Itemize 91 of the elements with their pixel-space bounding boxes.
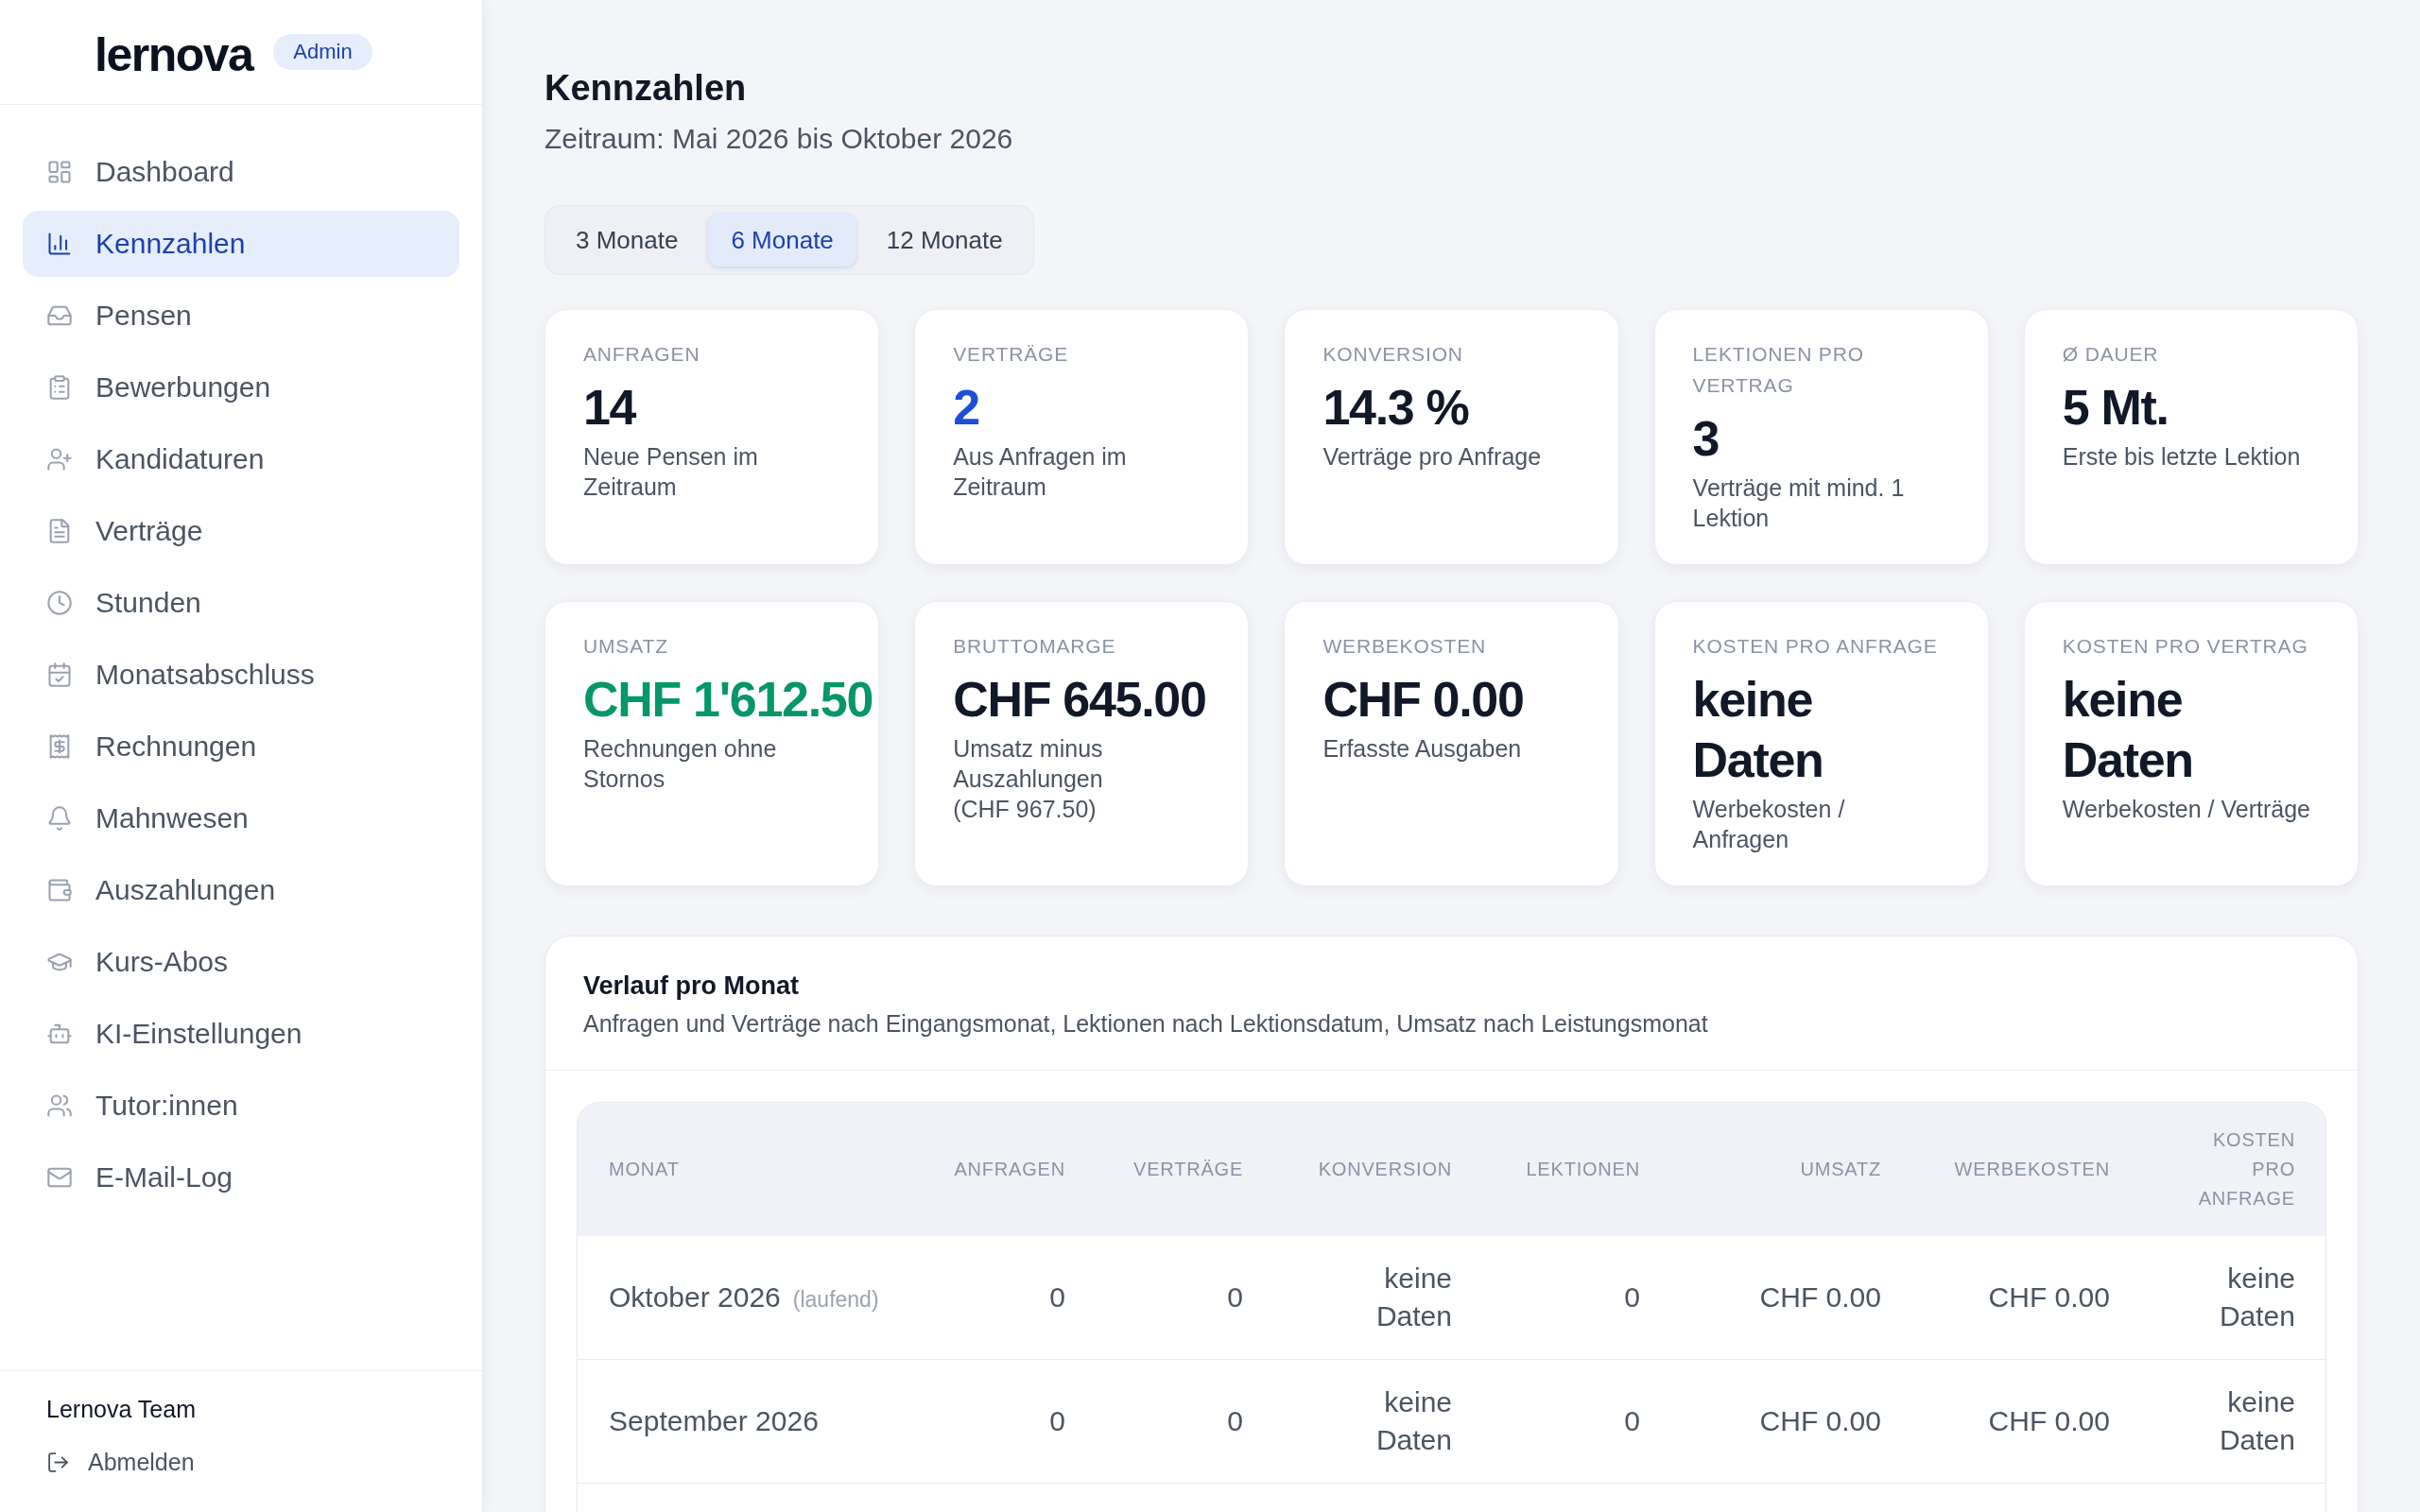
- kpi-description: Verträge pro Anfrage: [1322, 442, 1543, 472]
- nav-item[interactable]: Kurs-Abos: [23, 929, 459, 995]
- bar-chart-icon: [46, 231, 73, 257]
- page-title: Kennzahlen: [544, 67, 748, 110]
- nav-item[interactable]: Rechnungen: [23, 713, 459, 780]
- kpi-description: Verträge mit mind. 1 Lektion: [1692, 473, 1906, 533]
- clock-icon: [46, 590, 73, 616]
- bell-icon: [46, 805, 73, 832]
- kpi-description: Neue Pensen im Zeitraum: [583, 442, 759, 502]
- brand-name: lernova: [95, 28, 253, 81]
- kpi-description: Werbekosten / Verträge: [2062, 795, 2311, 824]
- month-label: September 2026: [609, 1404, 819, 1438]
- table-cell-text: keine Daten: [2218, 1385, 2296, 1457]
- nav-item[interactable]: Bewerbungen: [23, 354, 459, 421]
- user-name: Lernova Team: [46, 1395, 196, 1424]
- kpi-value: keine Daten: [1692, 671, 1824, 789]
- kpi-description: Erste bis letzte Lektion: [2062, 442, 2302, 472]
- logout-button[interactable]: Abmelden: [46, 1446, 195, 1478]
- kpi-label: KOSTEN PRO ANFRAGE: [1692, 634, 1939, 659]
- status-note: (laufend): [792, 1286, 879, 1314]
- column-header: KONVERSION: [1317, 1158, 1453, 1181]
- table-cell-text: CHF 0.00: [1987, 1404, 2111, 1438]
- kpi-value: 5 Mt.: [2062, 379, 2169, 437]
- column-header: VERTRÄGE: [1132, 1158, 1245, 1181]
- table-cell-text: keine Daten: [1374, 1262, 1453, 1333]
- nav-item[interactable]: Tutor:innen: [23, 1073, 459, 1139]
- nav-item[interactable]: Pensen: [23, 283, 459, 349]
- kpi-label: Ø DAUER: [2062, 342, 2160, 367]
- kpi-value: CHF 0.00: [1322, 671, 1524, 729]
- column-header: KOSTEN PRO ANFRAGE: [2197, 1128, 2296, 1211]
- kpi-value: 14.3 %: [1322, 379, 1469, 437]
- table-cell-text: keine Daten: [1374, 1385, 1453, 1457]
- table-cell-text: 0: [1623, 1404, 1641, 1438]
- kpi-label: KONVERSION: [1322, 342, 1464, 367]
- kpi-description: Werbekosten / Anfragen: [1692, 795, 1846, 854]
- kpi-label: KOSTEN PRO VERTRAG: [2062, 634, 2309, 659]
- kpi-value: CHF 1'612.50: [583, 671, 873, 729]
- nav-item[interactable]: E-Mail-Log: [23, 1144, 459, 1211]
- page-subtitle: Zeitraum: Mai 2026 bis Oktober 2026: [544, 122, 1014, 156]
- kpi-description: Erfasste Ausgaben: [1322, 734, 1523, 764]
- kpi-value: 2: [953, 379, 979, 437]
- kpi-description: Rechnungen ohne Stornos: [583, 734, 778, 794]
- nav-item[interactable]: Kennzahlen: [23, 211, 459, 277]
- column-header: ANFRAGEN: [953, 1158, 1066, 1181]
- logout-icon: [46, 1450, 70, 1474]
- kpi-value: 14: [583, 379, 636, 437]
- nav-item[interactable]: Stunden: [23, 570, 459, 636]
- nav-item[interactable]: Dashboard: [23, 139, 459, 205]
- nav-item[interactable]: Auszahlungen: [23, 857, 459, 923]
- calendar-check-icon: [46, 662, 73, 688]
- table-cell-text: CHF 0.00: [1987, 1280, 2111, 1314]
- nav-item[interactable]: Monatsabschluss: [23, 642, 459, 708]
- kpi-label: LEKTIONEN PRO VERTRAG: [1692, 342, 1865, 398]
- table-cell-text: 0: [1048, 1280, 1066, 1314]
- kpi-value: keine Daten: [2062, 671, 2193, 789]
- kpi-label: WERBEKOSTEN: [1322, 634, 1487, 659]
- table-cell-text: 0: [1226, 1404, 1244, 1438]
- period-tab[interactable]: 6 Monate: [708, 214, 856, 266]
- kpi-description: Aus Anfragen im Zeitraum: [953, 442, 1128, 502]
- kpi-value: CHF 645.00: [953, 671, 1206, 729]
- table-cell-text: 0: [1623, 1280, 1641, 1314]
- role-badge: Admin: [273, 34, 372, 70]
- nav-item[interactable]: Kandidaturen: [23, 426, 459, 492]
- column-header: WERBEKOSTEN: [1953, 1158, 2111, 1181]
- panel-title: Verlauf pro Monat: [583, 971, 801, 1002]
- kpi-detail: (CHF 967.50): [953, 795, 1098, 824]
- month-label: Oktober 2026: [609, 1280, 781, 1314]
- table-cell-text: keine Daten: [2218, 1262, 2296, 1333]
- column-header: MONAT: [608, 1158, 681, 1181]
- nav-item[interactable]: KI-Einstellungen: [23, 1001, 459, 1067]
- kpi-value: 3: [1692, 410, 1720, 468]
- column-header: LEKTIONEN: [1525, 1158, 1641, 1181]
- panel-subtitle: Anfragen und Verträge nach Eingangsmonat, Lektionen nach Lektionsdatum, Umsatz nach Leistungsmonat: [583, 1009, 1709, 1039]
- table-cell-text: CHF 0.00: [1758, 1404, 1882, 1438]
- wallet-icon: [46, 877, 73, 903]
- nav-item[interactable]: Mahnwesen: [23, 785, 459, 851]
- kpi-label: VERTRÄGE: [953, 342, 1070, 367]
- kpi-label: BRUTTOMARGE: [953, 634, 1117, 659]
- column-header: UMSATZ: [1799, 1158, 1882, 1181]
- period-tab[interactable]: 3 Monate: [553, 214, 701, 266]
- nav-item[interactable]: Verträge: [23, 498, 459, 564]
- user-plus-icon: [46, 446, 73, 472]
- table-cell-text: CHF 0.00: [1758, 1280, 1882, 1314]
- period-tab[interactable]: 12 Monate: [863, 214, 1026, 266]
- layout-grid-icon: [46, 159, 73, 185]
- table-cell-text: 0: [1048, 1404, 1066, 1438]
- kpi-label: ANFRAGEN: [583, 342, 701, 367]
- kpi-description: Umsatz minus Auszahlungen: [953, 734, 1104, 794]
- users-icon: [46, 1092, 73, 1119]
- table-cell-text: 0: [1226, 1280, 1244, 1314]
- kpi-label: UMSATZ: [583, 634, 669, 659]
